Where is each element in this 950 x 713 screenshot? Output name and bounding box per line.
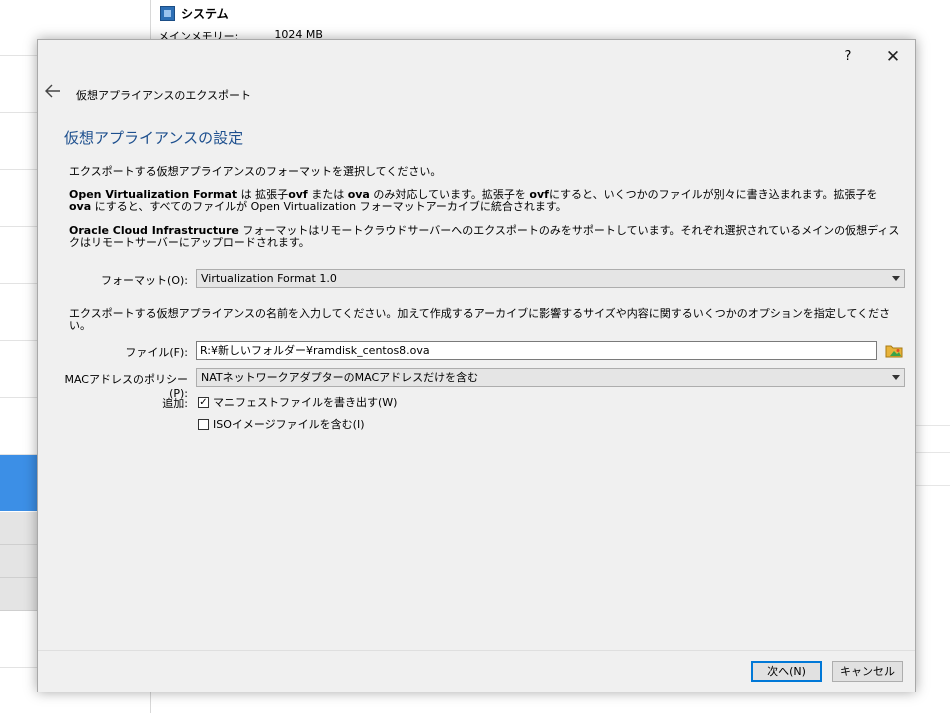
next-button[interactable]: 次へ(N) xyxy=(751,661,822,682)
system-section-title: システム xyxy=(160,5,229,22)
intro-text: エクスポートする仮想アプライアンスのフォーマットを選択してください。 xyxy=(69,165,442,178)
iso-option[interactable]: ISOイメージファイルを含む(I) xyxy=(198,416,365,432)
system-title-text: システム xyxy=(181,7,229,21)
additional-label: 追加: xyxy=(162,397,188,410)
format-combobox[interactable]: Virtualization Format 1.0 xyxy=(196,269,905,288)
chevron-down-icon xyxy=(892,375,900,380)
oci-description: Oracle Cloud Infrastructure フォーマットはリモートク… xyxy=(69,224,900,249)
file-path-input[interactable]: R:¥新しいフォルダー¥ramdisk_centos8.ova xyxy=(196,341,877,360)
mac-policy-combobox[interactable]: NATネットワークアダプターのMACアドレスだけを含む xyxy=(196,368,905,387)
help-button[interactable]: ? xyxy=(838,47,858,67)
manifest-checkbox[interactable]: ✓ xyxy=(198,396,209,408)
mac-policy-value: NATネットワークアダプターのMACアドレスだけを含む xyxy=(201,371,479,384)
chip-icon xyxy=(160,6,175,21)
back-arrow-icon[interactable] xyxy=(45,84,61,102)
export-appliance-dialog: ? ✕ 仮想アプライアンスのエクスポート 仮想アプライアンスの設定 エクスポート… xyxy=(37,39,916,692)
manifest-option[interactable]: ✓ マニフェストファイルを書き出す(W) xyxy=(198,394,397,410)
iso-checkbox[interactable] xyxy=(198,418,209,430)
folder-browse-icon[interactable] xyxy=(885,343,903,358)
page-title: 仮想アプライアンスの設定 xyxy=(64,129,244,147)
cancel-button[interactable]: キャンセル xyxy=(832,661,903,682)
iso-label: ISOイメージファイルを含む(I) xyxy=(213,418,365,431)
format-value: Virtualization Format 1.0 xyxy=(201,272,337,285)
ovf-description: Open Virtualization Format は 拡張子ovf または … xyxy=(69,188,878,213)
close-button[interactable]: ✕ xyxy=(881,45,905,69)
manifest-label: マニフェストファイルを書き出す(W) xyxy=(213,396,398,409)
name-instruction-text: エクスポートする仮想アプライアンスの名前を入力してください。加えて作成するアーカ… xyxy=(69,307,891,332)
format-label: フォーマット(O): xyxy=(101,274,188,287)
chevron-down-icon xyxy=(892,276,900,281)
wizard-title: 仮想アプライアンスのエクスポート xyxy=(76,89,252,102)
file-label: ファイル(F): xyxy=(125,346,188,359)
dialog-footer: 次へ(N) キャンセル xyxy=(38,650,915,692)
